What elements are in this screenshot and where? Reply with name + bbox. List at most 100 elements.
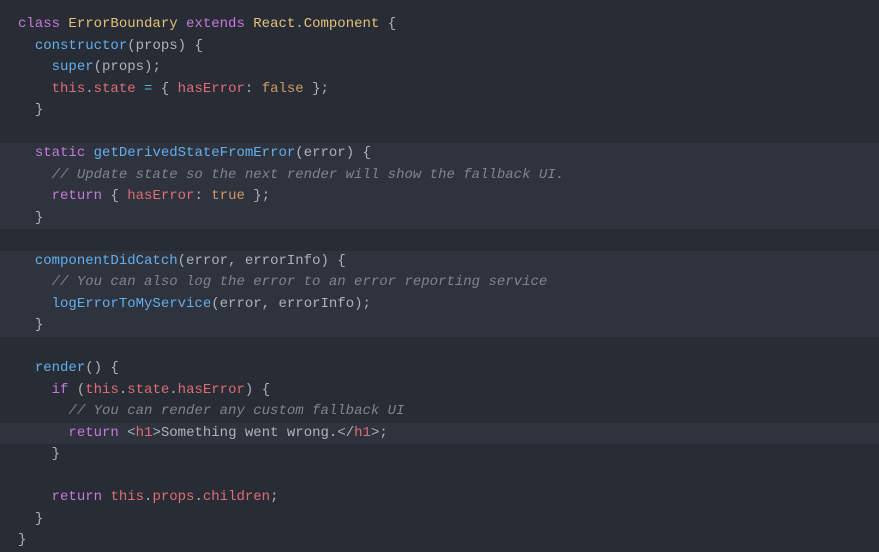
code-line: class ErrorBoundary extends React.Compon… bbox=[0, 14, 879, 36]
code-token: error bbox=[220, 296, 262, 312]
code-token: ); bbox=[354, 296, 371, 312]
code-line: render() { bbox=[0, 358, 879, 380]
code-line: } bbox=[0, 100, 879, 122]
code-token: render bbox=[35, 360, 85, 376]
code-token: . bbox=[119, 382, 127, 398]
code-token bbox=[379, 16, 387, 32]
code-token: children bbox=[203, 489, 270, 505]
code-token: errorInfo bbox=[245, 253, 321, 269]
code-token bbox=[85, 145, 93, 161]
code-line: static getDerivedStateFromError(error) { bbox=[0, 143, 879, 165]
code-line: // Update state so the next render will … bbox=[0, 165, 879, 187]
code-token: . bbox=[194, 489, 202, 505]
code-block[interactable]: class ErrorBoundary extends React.Compon… bbox=[0, 14, 879, 552]
code-line: // You can also log the error to an erro… bbox=[0, 272, 879, 294]
code-token bbox=[304, 81, 312, 97]
code-line: return this.props.children; bbox=[0, 487, 879, 509]
code-token: h1 bbox=[136, 425, 153, 441]
code-token: } bbox=[35, 210, 43, 226]
code-token: props bbox=[102, 59, 144, 75]
code-token: { bbox=[363, 145, 371, 161]
code-token: Something went wrong. bbox=[161, 425, 337, 441]
code-token: { bbox=[161, 81, 169, 97]
code-token: } bbox=[52, 446, 60, 462]
code-token: return bbox=[68, 425, 118, 441]
code-token: }; bbox=[253, 188, 270, 204]
code-token: . bbox=[169, 382, 177, 398]
code-token: { bbox=[337, 253, 345, 269]
code-token bbox=[253, 382, 261, 398]
code-line: logErrorToMyService(error, errorInfo); bbox=[0, 294, 879, 316]
code-token bbox=[169, 81, 177, 97]
code-token: errorInfo bbox=[278, 296, 354, 312]
code-token: this bbox=[85, 382, 119, 398]
code-token: ) bbox=[321, 253, 329, 269]
code-token: // You can render any custom fallback UI bbox=[68, 403, 404, 419]
code-token: props bbox=[136, 38, 178, 54]
code-line bbox=[0, 466, 879, 488]
code-token bbox=[253, 81, 261, 97]
code-token: if bbox=[52, 382, 69, 398]
code-token: state bbox=[94, 81, 136, 97]
code-token: ); bbox=[144, 59, 161, 75]
code-token: error bbox=[186, 253, 228, 269]
code-token: ( bbox=[127, 38, 135, 54]
code-token: logErrorToMyService bbox=[52, 296, 212, 312]
code-token: hasError bbox=[127, 188, 194, 204]
code-token: constructor bbox=[35, 38, 127, 54]
code-token: extends bbox=[186, 16, 245, 32]
code-token: React bbox=[253, 16, 295, 32]
code-token: </ bbox=[337, 425, 354, 441]
code-line: return { hasError: true }; bbox=[0, 186, 879, 208]
code-line: if (this.state.hasError) { bbox=[0, 380, 879, 402]
code-token: { bbox=[262, 382, 270, 398]
code-token: return bbox=[52, 188, 102, 204]
code-token bbox=[152, 81, 160, 97]
code-token: } bbox=[35, 317, 43, 333]
code-token: ErrorBoundary bbox=[68, 16, 177, 32]
code-token: , bbox=[262, 296, 270, 312]
code-token: ( bbox=[94, 59, 102, 75]
code-token: true bbox=[211, 188, 245, 204]
code-line: return <h1>Something went wrong.</h1>; bbox=[0, 423, 879, 445]
code-line: } bbox=[0, 530, 879, 552]
code-token bbox=[236, 253, 244, 269]
code-token: state bbox=[127, 382, 169, 398]
code-line: } bbox=[0, 208, 879, 230]
code-token: static bbox=[35, 145, 85, 161]
code-token: ) bbox=[346, 145, 354, 161]
code-token: ; bbox=[270, 489, 278, 505]
code-token: // Update state so the next render will … bbox=[52, 167, 564, 183]
code-token: : bbox=[194, 188, 202, 204]
code-token: < bbox=[127, 425, 135, 441]
code-token: ( bbox=[77, 382, 85, 398]
code-line: } bbox=[0, 315, 879, 337]
code-token bbox=[354, 145, 362, 161]
code-line: this.state = { hasError: false }; bbox=[0, 79, 879, 101]
code-token: . bbox=[295, 16, 303, 32]
code-token: error bbox=[304, 145, 346, 161]
code-line: componentDidCatch(error, errorInfo) { bbox=[0, 251, 879, 273]
code-token: >; bbox=[371, 425, 388, 441]
code-token: this bbox=[52, 81, 86, 97]
code-token: class bbox=[18, 16, 60, 32]
code-line bbox=[0, 229, 879, 251]
code-token: . bbox=[85, 81, 93, 97]
code-line: super(props); bbox=[0, 57, 879, 79]
code-token: getDerivedStateFromError bbox=[94, 145, 296, 161]
code-token: { bbox=[194, 38, 202, 54]
code-token bbox=[178, 16, 186, 32]
code-token: false bbox=[262, 81, 304, 97]
code-line: // You can render any custom fallback UI bbox=[0, 401, 879, 423]
code-token bbox=[136, 81, 144, 97]
code-token: } bbox=[18, 532, 26, 548]
code-line: } bbox=[0, 509, 879, 531]
code-token bbox=[119, 425, 127, 441]
code-token: > bbox=[152, 425, 160, 441]
code-token: ) bbox=[178, 38, 186, 54]
code-line: constructor(props) { bbox=[0, 36, 879, 58]
code-token bbox=[119, 188, 127, 204]
code-token: hasError bbox=[178, 382, 245, 398]
code-token: componentDidCatch bbox=[35, 253, 178, 269]
code-token: props bbox=[152, 489, 194, 505]
